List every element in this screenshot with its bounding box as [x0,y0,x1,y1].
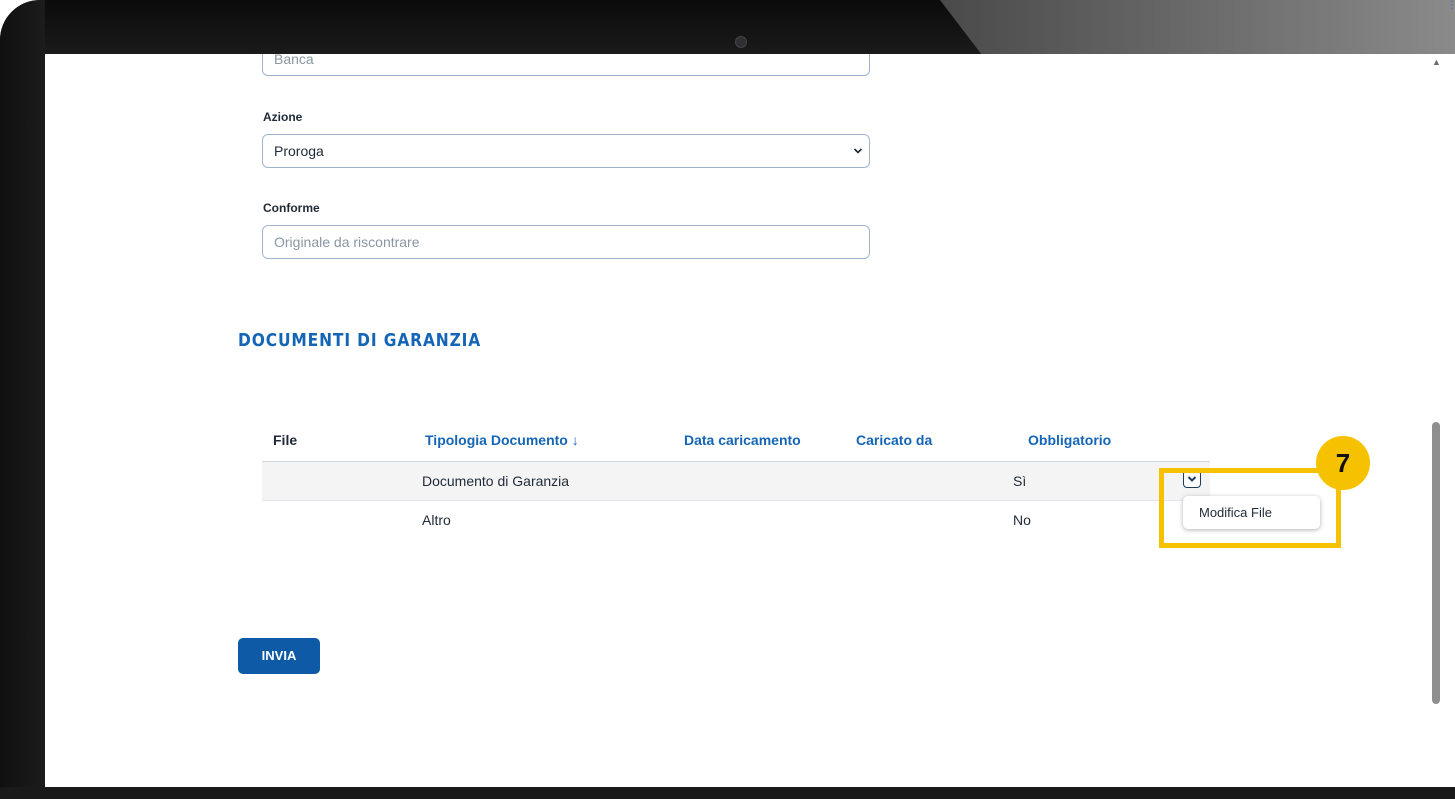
arrow-down-icon: ↓ [571,432,579,448]
column-header-file: File [273,432,298,448]
action-select[interactable]: Proroga [262,134,870,168]
device-bezel-left [0,0,45,799]
column-header-upload-date[interactable]: Data caricamento [684,432,801,448]
annotation-highlight [1159,468,1341,548]
scroll-up-arrow-icon[interactable]: ▲ [1432,57,1441,67]
submit-button[interactable]: INVIA [238,638,320,674]
bank-placeholder: Banca [274,54,314,67]
scrollbar-thumb[interactable] [1432,422,1440,704]
app-screen: Banca Azione Proroga Conforme Originale … [45,54,1455,787]
chevron-down-icon [853,135,863,179]
column-header-uploaded-by[interactable]: Caricato da [856,432,932,448]
bank-field[interactable]: Banca [262,54,870,76]
step-badge: 7 [1316,436,1370,490]
bezel-glare [940,0,1455,54]
table-row: Documento di Garanzia Sì [262,462,1210,501]
row-type: Altro [422,512,451,528]
column-header-mandatory[interactable]: Obbligatorio [1028,432,1111,448]
device-bezel-bottom [0,787,1455,799]
column-header-type[interactable]: Tipologia Documento ↓ [425,432,579,448]
camera-icon [735,36,747,48]
row-type: Documento di Garanzia [422,473,570,489]
corner-dots: ⋮ [1447,0,1455,11]
compliant-label: Conforme [263,201,320,215]
action-value: Proroga [274,143,324,159]
compliant-field[interactable]: Originale da riscontrare [262,225,870,259]
table-row: Altro No [262,501,1210,539]
row-mandatory: Sì [1013,473,1027,489]
column-header-type-label: Tipologia Documento [425,432,568,448]
row-mandatory: No [1013,512,1031,528]
compliant-placeholder: Originale da riscontrare [274,234,420,250]
action-label: Azione [263,110,303,124]
section-title: DOCUMENTI DI GARANZIA [238,330,482,351]
